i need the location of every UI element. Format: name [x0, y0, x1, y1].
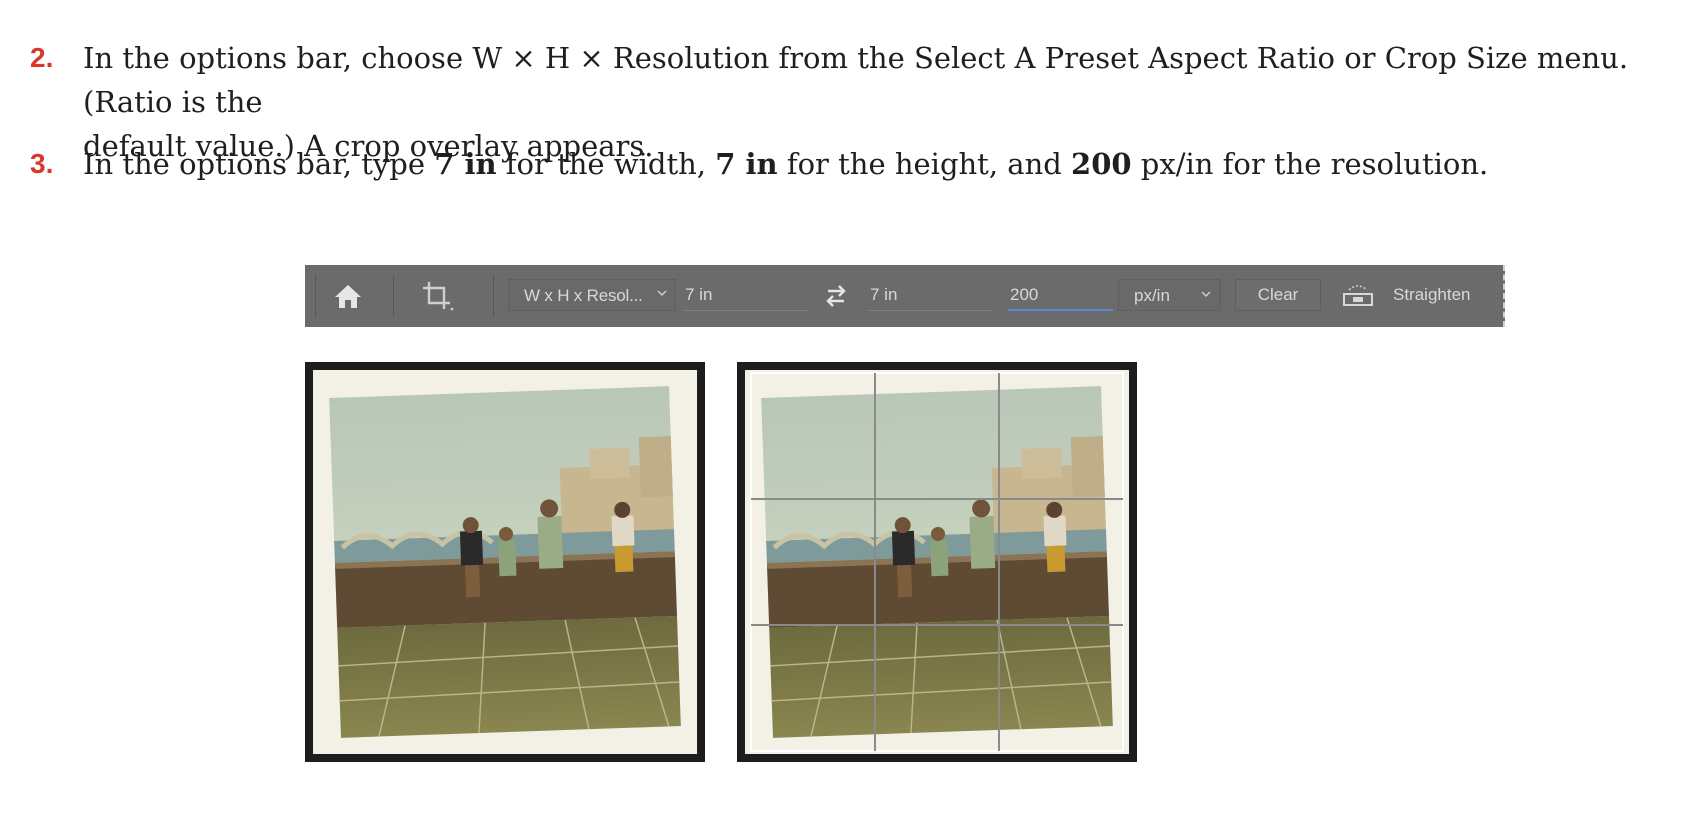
- height-input-value: 7 in: [870, 285, 898, 304]
- level-icon[interactable]: [1341, 281, 1375, 309]
- chevron-down-icon: [657, 290, 667, 297]
- text-run: for the width,: [496, 147, 716, 181]
- width-input[interactable]: 7 in: [683, 279, 808, 311]
- emphasis-width: 7 in: [434, 147, 497, 181]
- emphasis-resolution: 200: [1071, 147, 1132, 181]
- step-text: In the options bar, type 7 in for the wi…: [83, 142, 1680, 186]
- swap-icon[interactable]: [822, 283, 850, 309]
- text-run: px/in for the resolution.: [1131, 147, 1489, 181]
- step-number: 3.: [30, 148, 54, 179]
- step-text-line-1: In the options bar, choose W × H × Resol…: [83, 41, 1629, 119]
- unit-select-value: px/in: [1134, 286, 1170, 305]
- clear-button[interactable]: Clear: [1235, 279, 1321, 311]
- text-run: In the options bar, type: [83, 147, 435, 181]
- resolution-unit-select[interactable]: px/in: [1118, 279, 1221, 311]
- resolution-input[interactable]: 200: [1008, 279, 1113, 311]
- home-icon[interactable]: [333, 281, 363, 311]
- clear-button-label: Clear: [1257, 285, 1299, 304]
- resolution-input-value: 200: [1010, 285, 1039, 304]
- divider: [493, 275, 494, 317]
- step-number: 2.: [30, 42, 54, 73]
- straighten-button[interactable]: Straighten: [1393, 285, 1471, 305]
- step-3: 3. In the options bar, type 7 in for the…: [30, 142, 1680, 186]
- options-bar: W x H x Resol... 7 in 7 in 200 px/in Cle…: [305, 265, 1505, 327]
- emphasis-height: 7 in: [715, 147, 778, 181]
- height-input[interactable]: 7 in: [868, 279, 993, 311]
- chevron-down-icon: [1201, 291, 1211, 298]
- text-run: for the height, and: [777, 147, 1072, 181]
- preset-select-value: W x H x Resol...: [524, 286, 643, 305]
- photo-before-crop: [305, 362, 705, 762]
- preset-select[interactable]: W x H x Resol...: [508, 279, 676, 311]
- vintage-photo-image: [750, 372, 1124, 752]
- photo-with-crop-overlay: [737, 362, 1137, 762]
- vintage-photo-image: [329, 386, 681, 738]
- divider: [315, 275, 316, 317]
- divider: [393, 275, 394, 317]
- crop-tool-icon[interactable]: [420, 279, 454, 313]
- width-input-value: 7 in: [685, 285, 713, 304]
